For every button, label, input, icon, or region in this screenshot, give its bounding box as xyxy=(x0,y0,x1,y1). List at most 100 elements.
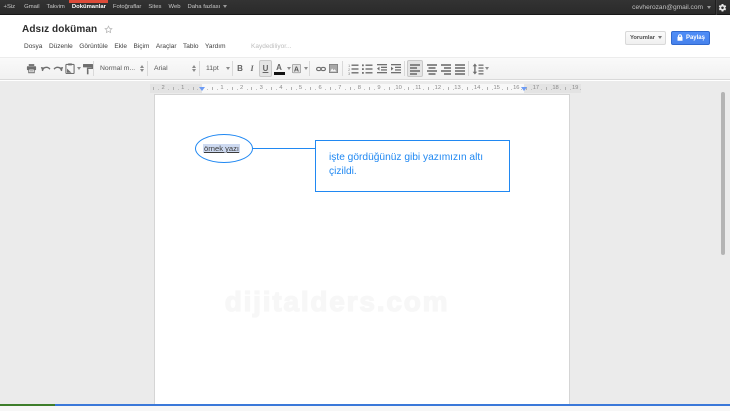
document-header: Adsız doküman Dosya Düzenle Görüntüle Ekle B… xyxy=(0,16,730,57)
ruler-dot xyxy=(443,89,444,90)
menu-biim[interactable]: Biçim xyxy=(134,43,150,50)
ruler-dot xyxy=(345,89,346,90)
ruler-dot xyxy=(237,89,238,90)
topnav-item-takvim[interactable]: Takvim xyxy=(43,0,68,15)
ruler-dot xyxy=(286,89,287,90)
vertical-scrollbar-thumb[interactable] xyxy=(721,92,725,255)
annotation-ellipse xyxy=(195,134,253,163)
comments-button[interactable]: Yorumlar xyxy=(625,31,666,45)
ruler[interactable]: 2112345678910111213141516171819 xyxy=(150,84,581,93)
toolbar-separator xyxy=(404,61,405,76)
topnav-item-web[interactable]: Web xyxy=(165,0,184,15)
underline-button[interactable]: U xyxy=(259,60,272,77)
styles-select[interactable]: Normal m... xyxy=(97,58,144,79)
bulleted-list-icon[interactable] xyxy=(360,58,373,79)
underline-glyph: U xyxy=(263,64,269,73)
ruler-dot xyxy=(374,89,375,90)
share-button-label: Paylaş xyxy=(686,35,705,41)
ruler-dot xyxy=(423,89,424,90)
annotation-callout-box: işte gördüğünüz gibi yazımızın altı çizi… xyxy=(315,140,510,192)
caret-shape xyxy=(287,67,291,70)
account-email[interactable]: cevherozan@gmail.com xyxy=(632,4,703,11)
ruler-number: 12 xyxy=(435,85,441,91)
ruler-number: 9 xyxy=(377,85,380,91)
left-margin-marker[interactable] xyxy=(199,87,205,91)
numbered-list-icon[interactable]: 123 xyxy=(346,58,359,79)
caret-shape xyxy=(304,67,308,70)
share-button[interactable]: Paylaş xyxy=(671,31,710,45)
more-caret-icon xyxy=(223,5,227,8)
google-top-bar: +SizGmailTakvimDokümanlarFotoğraflarSite… xyxy=(0,0,730,15)
bold-button[interactable]: B xyxy=(234,58,246,79)
right-margin-marker[interactable] xyxy=(521,87,527,91)
ruler-number: 2 xyxy=(162,85,165,91)
ruler-dot xyxy=(247,89,248,90)
menu-yardm[interactable]: Yardım xyxy=(205,43,225,50)
size-select[interactable]: 11pt xyxy=(203,58,230,79)
align-center-icon[interactable] xyxy=(425,58,438,79)
topnav-item-dahafazlas[interactable]: Daha fazlası xyxy=(184,0,231,15)
ruler-dot xyxy=(315,89,316,90)
ruler-number: 10 xyxy=(395,85,401,91)
print-icon[interactable] xyxy=(25,58,38,79)
ruler-dot xyxy=(364,89,365,90)
dropdown-caret-icon[interactable] xyxy=(303,58,308,79)
ruler-tick xyxy=(467,87,468,90)
menu-bar: Dosya Düzenle Görüntüle Ekle Biçim Araçlar Tab… xyxy=(24,43,291,50)
star-icon[interactable] xyxy=(104,25,113,34)
justify-icon[interactable] xyxy=(453,58,466,79)
ruler-dot xyxy=(158,89,159,90)
link-icon[interactable] xyxy=(315,58,327,79)
menu-ekle[interactable]: Ekle xyxy=(114,43,127,50)
ruler-dot xyxy=(541,89,542,90)
topnav-item-sites[interactable]: Sites xyxy=(145,0,165,15)
indent-icon[interactable] xyxy=(389,58,402,79)
ruler-dot xyxy=(551,89,552,90)
italic-button[interactable]: I xyxy=(246,58,258,79)
ruler-number: 1 xyxy=(181,85,184,91)
document-page[interactable]: örnek yazı işte gördüğünüz gibi yazımızı… xyxy=(154,94,570,404)
save-status: Kaydediliyor... xyxy=(251,43,291,50)
menu-aralar[interactable]: Araçlar xyxy=(156,43,177,50)
ruler-dot xyxy=(570,89,571,90)
menu-dzenle[interactable]: Düzenle xyxy=(49,43,73,50)
topnav-item-gmail[interactable]: Gmail xyxy=(21,0,43,15)
topnav-item-siz[interactable]: +Siz xyxy=(0,0,21,15)
comments-button-label: Yorumlar xyxy=(630,35,655,41)
ruler-number: 5 xyxy=(299,85,302,91)
font-select-value: Arial xyxy=(154,65,168,72)
outdent-icon[interactable] xyxy=(375,58,388,79)
ruler-number: 15 xyxy=(493,85,499,91)
ruler-number: 16 xyxy=(513,85,519,91)
seekbar-played-segment xyxy=(0,404,55,406)
text-color-button[interactable]: A xyxy=(273,58,285,79)
dropdown-caret-icon[interactable] xyxy=(286,58,291,79)
topnav-item-dokmanlar[interactable]: Dokümanlar xyxy=(68,0,109,15)
ruler-dot xyxy=(462,89,463,90)
ruler-number: 4 xyxy=(279,85,282,91)
account-caret-icon[interactable] xyxy=(707,6,711,9)
ruler-tick xyxy=(193,87,194,90)
ruler-dot xyxy=(178,89,179,90)
menu-tablo[interactable]: Tablo xyxy=(183,43,199,50)
image-icon[interactable] xyxy=(328,58,338,79)
undo-icon[interactable] xyxy=(39,58,52,79)
toolbar-separator xyxy=(309,61,310,76)
align-left-icon[interactable] xyxy=(407,60,423,77)
highlight-color-icon[interactable]: A xyxy=(292,58,301,79)
paste-icon[interactable] xyxy=(64,58,76,79)
font-select[interactable]: Arial xyxy=(151,58,196,79)
ruler-tick xyxy=(350,87,351,90)
menu-grntle[interactable]: Görüntüle xyxy=(79,43,108,50)
menu-dosya[interactable]: Dosya xyxy=(24,43,42,50)
ruler-dot xyxy=(256,89,257,90)
ruler-number: 14 xyxy=(474,85,480,91)
gear-icon[interactable] xyxy=(718,3,727,13)
topnav-item-fotoraflar[interactable]: Fotoğraflar xyxy=(109,0,144,15)
dropdown-caret-icon[interactable] xyxy=(484,58,490,79)
dropdown-caret-icon xyxy=(226,67,230,70)
line-spacing-icon[interactable] xyxy=(471,58,484,79)
ruler-dot xyxy=(433,89,434,90)
document-title[interactable]: Adsız doküman xyxy=(22,24,97,35)
align-right-icon[interactable] xyxy=(439,58,452,79)
